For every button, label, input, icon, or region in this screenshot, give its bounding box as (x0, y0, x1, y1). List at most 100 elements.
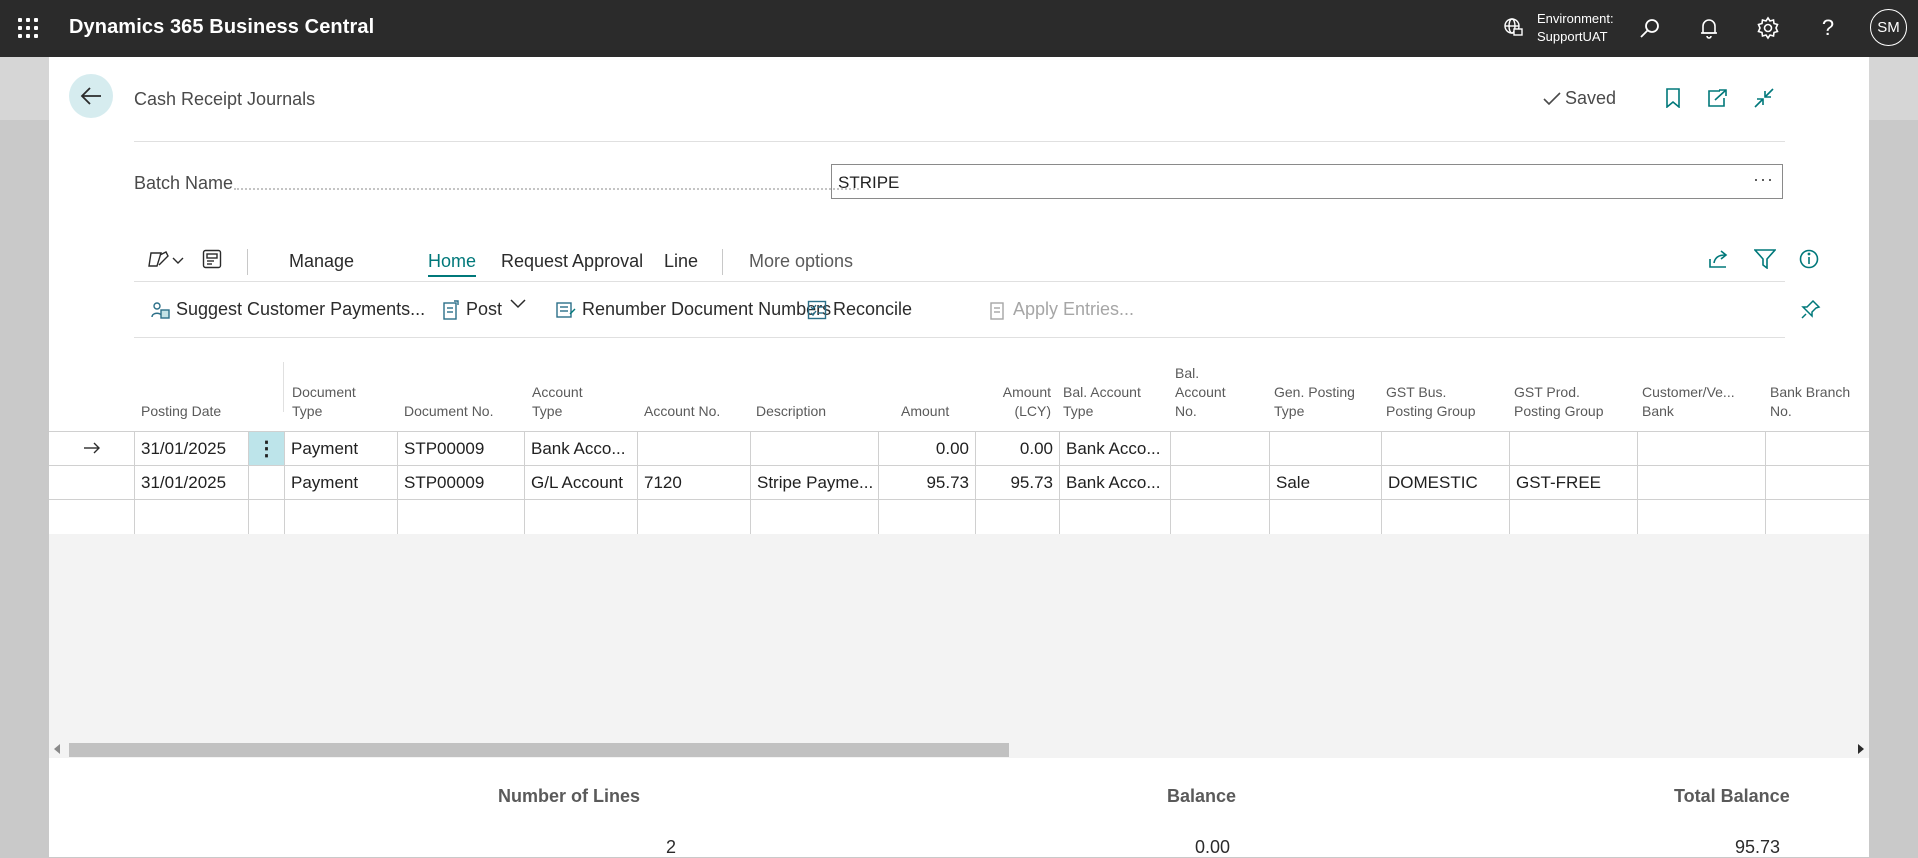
col-document-no[interactable]: Document No. (404, 402, 493, 421)
cell-bal-account-type[interactable]: Bank Acco... (1059, 466, 1170, 500)
cell-gst-prod-posting-group[interactable] (1509, 432, 1637, 466)
cell-document-no[interactable]: STP00009 (397, 466, 524, 500)
cell-gst-bus-posting-group[interactable] (1381, 500, 1509, 534)
cell-account-type[interactable]: G/L Account (524, 466, 637, 500)
cell-document-no[interactable] (397, 500, 524, 534)
back-button[interactable] (69, 74, 113, 118)
row-menu-cell[interactable] (248, 500, 284, 534)
tab-home[interactable]: Home (428, 251, 476, 272)
cell-amount-lcy[interactable]: 95.73 (975, 466, 1059, 500)
col-gst-bus-posting-group[interactable]: GST Bus. Posting Group (1386, 383, 1476, 421)
row-selector[interactable] (49, 466, 134, 500)
bell-icon[interactable] (1695, 14, 1723, 42)
cell-description[interactable]: Stripe Payme... (750, 466, 878, 500)
post-dropdown-chevron-icon[interactable] (510, 299, 526, 309)
tab-line[interactable]: Line (664, 251, 698, 272)
col-posting-date[interactable]: Posting Date (141, 402, 221, 421)
cell-amount[interactable]: 0.00 (878, 432, 975, 466)
bookmark-icon[interactable] (1660, 85, 1686, 111)
cell-customer-vendor-bank[interactable] (1637, 500, 1765, 534)
cell-description[interactable] (750, 500, 878, 534)
suggest-customer-payments-button[interactable]: Suggest Customer Payments... (150, 299, 425, 320)
app-title[interactable]: Dynamics 365 Business Central (69, 16, 374, 39)
cell-posting-date[interactable] (134, 500, 248, 534)
more-options-button[interactable]: More options (749, 251, 853, 272)
row-selector[interactable] (49, 500, 134, 534)
reconcile-button[interactable]: Reconcile (807, 299, 912, 320)
cell-bal-account-no[interactable] (1170, 466, 1269, 500)
pin-action-bar-icon[interactable] (1801, 299, 1821, 319)
col-gen-posting-type[interactable]: Gen. Posting Type (1274, 383, 1355, 421)
cell-gst-prod-posting-group[interactable] (1509, 500, 1637, 534)
col-account-type[interactable]: Account Type (532, 383, 583, 421)
cell-document-no[interactable]: STP00009 (397, 432, 524, 466)
cell-account-type[interactable]: Bank Acco... (524, 432, 637, 466)
app-launcher-icon[interactable] (18, 18, 38, 38)
open-new-window-icon[interactable] (1704, 85, 1730, 111)
cell-gen-posting-type[interactable] (1269, 500, 1381, 534)
cell-customer-vendor-bank[interactable] (1637, 432, 1765, 466)
col-gst-prod-posting-group[interactable]: GST Prod. Posting Group (1514, 383, 1604, 421)
horizontal-scrollbar[interactable] (49, 740, 1869, 758)
renumber-document-numbers-button[interactable]: Renumber Document Numbers (556, 299, 831, 320)
cell-bal-account-type[interactable]: Bank Acco... (1059, 432, 1170, 466)
cell-gen-posting-type[interactable] (1269, 432, 1381, 466)
tab-manage[interactable]: Manage (289, 251, 354, 272)
cell-gen-posting-type[interactable]: Sale (1269, 466, 1381, 500)
collapse-icon[interactable] (1751, 85, 1777, 111)
cell-bank-branch-no[interactable] (1765, 432, 1869, 466)
table-row[interactable]: 31/01/2025 ⋮ Payment STP00009 Bank Acco.… (49, 431, 1869, 466)
cell-posting-date[interactable]: 31/01/2025 (134, 466, 248, 500)
cell-gst-bus-posting-group[interactable]: DOMESTIC (1381, 466, 1509, 500)
cell-bank-branch-no[interactable] (1765, 500, 1869, 534)
cell-posting-date[interactable]: 31/01/2025 (134, 432, 248, 466)
cell-gst-bus-posting-group[interactable] (1381, 432, 1509, 466)
edit-list-icon[interactable] (148, 249, 186, 276)
environment-indicator[interactable]: Environment: SupportUAT (1537, 10, 1614, 46)
filter-icon[interactable] (1753, 249, 1777, 274)
cell-amount[interactable]: 95.73 (878, 466, 975, 500)
row-menu-cell[interactable] (248, 466, 284, 500)
cell-account-no[interactable]: 7120 (637, 466, 750, 500)
cell-gst-prod-posting-group[interactable]: GST-FREE (1509, 466, 1637, 500)
info-icon[interactable] (1799, 249, 1819, 274)
col-bal-account-no[interactable]: Bal. Account No. (1175, 364, 1226, 421)
cell-document-type[interactable] (284, 500, 397, 534)
col-description[interactable]: Description (756, 402, 826, 421)
cell-document-type[interactable]: Payment (284, 432, 397, 466)
col-bal-account-type[interactable]: Bal. Account Type (1063, 383, 1141, 421)
avatar[interactable]: SM (1870, 9, 1907, 46)
cell-bal-account-type[interactable] (1059, 500, 1170, 534)
share-icon[interactable] (1708, 249, 1730, 274)
col-document-type[interactable]: Document Type (292, 383, 356, 421)
cell-amount-lcy[interactable] (975, 500, 1059, 534)
cell-bal-account-no[interactable] (1170, 432, 1269, 466)
cell-description[interactable] (750, 432, 878, 466)
cell-customer-vendor-bank[interactable] (1637, 466, 1765, 500)
cell-bank-branch-no[interactable] (1765, 466, 1869, 500)
cell-account-type[interactable] (524, 500, 637, 534)
cell-amount[interactable] (878, 500, 975, 534)
cell-document-type[interactable]: Payment (284, 466, 397, 500)
cell-amount-lcy[interactable]: 0.00 (975, 432, 1059, 466)
table-row[interactable] (49, 499, 1869, 535)
scrollbar-thumb[interactable] (69, 743, 1009, 757)
col-customer-vendor-bank[interactable]: Customer/Ve... Bank (1642, 383, 1735, 421)
row-menu-icon[interactable]: ⋮ (248, 432, 284, 466)
help-icon[interactable]: ? (1814, 14, 1842, 42)
cell-account-no[interactable] (637, 500, 750, 534)
col-amount[interactable]: Amount (901, 402, 949, 421)
apply-entries-button[interactable]: Apply Entries... (989, 299, 1134, 320)
col-bank-branch-no[interactable]: Bank Branch No. (1770, 383, 1850, 421)
cell-account-no[interactable] (637, 432, 750, 466)
col-amount-lcy[interactable]: Amount (LCY) (981, 383, 1051, 421)
cell-bal-account-no[interactable] (1170, 500, 1269, 534)
focus-mode-icon[interactable] (202, 249, 222, 274)
lookup-ellipsis-icon[interactable]: ··· (1753, 169, 1774, 190)
col-account-no[interactable]: Account No. (644, 402, 720, 421)
post-button[interactable]: Post (442, 299, 502, 320)
table-row[interactable]: 31/01/2025 Payment STP00009 G/L Account … (49, 465, 1869, 500)
tab-request-approval[interactable]: Request Approval (501, 251, 643, 272)
search-icon[interactable] (1636, 14, 1664, 42)
gear-icon[interactable] (1754, 14, 1782, 42)
